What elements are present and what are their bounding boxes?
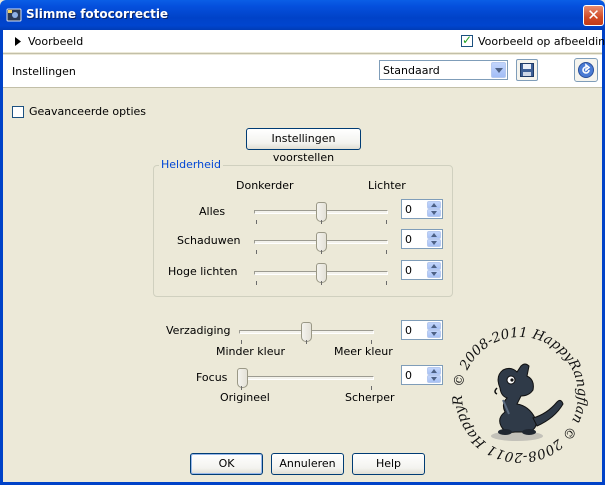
advanced-options-checkbox[interactable] [12,106,24,118]
spin-down-icon[interactable] [427,375,441,383]
slider-tick [321,220,322,224]
settings-label: Instellingen [12,65,76,78]
focus-min-caption: Origineel [220,391,270,404]
slider-tick [256,220,257,224]
ok-button[interactable]: OK [190,453,263,475]
spin-down-icon[interactable] [427,270,441,278]
spin-up-icon[interactable] [427,201,441,209]
advanced-options-label[interactable]: Geavanceerde opties [29,105,146,118]
brightness-all-slider-thumb[interactable] [316,202,327,222]
preview-on-image-checkbox[interactable] [461,33,473,47]
slider-tick [241,386,242,390]
brightness-shadows-value: 0 [405,233,412,246]
focus-spinbox[interactable]: 0 [401,365,443,385]
saturation-slider-thumb[interactable] [301,322,312,342]
saturation-label: Verzadiging [166,324,231,337]
focus-max-caption: Scherper [345,391,395,404]
window-frame-left [0,30,3,485]
spin-up-icon[interactable] [427,367,441,375]
app-icon [6,7,22,23]
slider-tick [321,250,322,254]
saturation-spinbox[interactable]: 0 [401,320,443,340]
settings-row [3,55,602,87]
brightness-shadows-spinbox[interactable]: 0 [401,229,443,249]
brightness-highlights-value: 0 [405,264,412,277]
chevron-down-icon[interactable] [491,62,506,78]
save-icon [520,63,534,77]
spin-up-icon[interactable] [427,322,441,330]
spin-up-icon[interactable] [427,262,441,270]
preview-toggle-label[interactable]: Voorbeeld [28,35,83,48]
preset-dropdown[interactable]: Standaard [379,60,508,80]
slider-tick [256,281,257,285]
slider-tick [241,340,242,344]
brightness-highlights-slider-thumb[interactable] [316,263,327,283]
lighter-caption: Lichter [368,179,406,192]
brightness-shadows-slider-thumb[interactable] [316,232,327,252]
saturation-max-caption: Meer kleur [334,345,393,358]
focus-label: Focus [196,371,228,384]
slider-tick [386,250,387,254]
focus-slider-thumb[interactable] [237,368,248,388]
spin-up-icon[interactable] [427,231,441,239]
watermark-logo: © 2008-2011 HappyRangflan © 2008-2011 Ha… [445,318,590,465]
focus-slider-track[interactable] [239,376,374,380]
help-button[interactable]: Help [352,453,425,475]
slider-tick [386,281,387,285]
divider [3,53,602,54]
preview-on-image-label[interactable]: Voorbeeld op afbeelding [478,35,605,48]
brightness-group-title: Helderheid [159,158,223,171]
slider-tick [321,281,322,285]
darker-caption: Donkerder [236,179,294,192]
cancel-button[interactable]: Annuleren [271,453,344,475]
close-button[interactable]: ✕ [583,5,604,26]
dog-mascot-icon [491,363,564,441]
focus-value: 0 [405,369,412,382]
brightness-highlights-spinbox[interactable]: 0 [401,260,443,280]
reset-button[interactable] [574,58,598,82]
brightness-all-value: 0 [405,203,412,216]
divider [3,87,602,88]
suggest-settings-button[interactable]: Instellingen voorstellen [246,128,361,164]
brightness-all-spinbox[interactable]: 0 [401,199,443,219]
spin-down-icon[interactable] [427,239,441,247]
slider-tick [256,250,257,254]
brightness-highlights-label: Hoge lichten [168,265,238,278]
window-title: Slimme fotocorrectie [26,7,169,21]
save-preset-button[interactable] [516,59,538,81]
preset-dropdown-value: Standaard [383,64,440,77]
brightness-all-label: Alles [199,205,226,218]
saturation-value: 0 [405,324,412,337]
saturation-min-caption: Minder kleur [216,345,285,358]
slider-tick [371,340,372,344]
slider-tick [306,340,307,344]
reset-arrow-icon [578,62,594,78]
close-icon: ✕ [587,6,600,24]
slider-tick [386,220,387,224]
expand-triangle-icon[interactable] [15,36,21,49]
spin-down-icon[interactable] [427,209,441,217]
spin-down-icon[interactable] [427,330,441,338]
brightness-shadows-label: Schaduwen [177,234,241,247]
slider-tick [371,386,372,390]
